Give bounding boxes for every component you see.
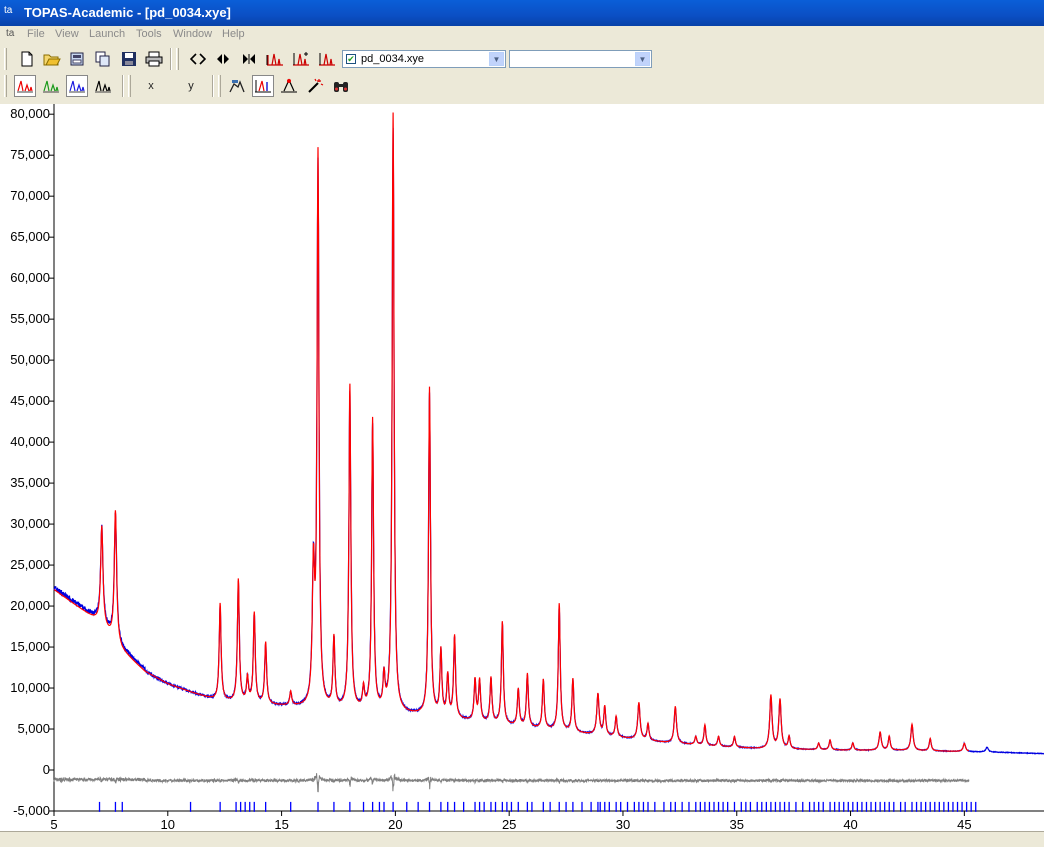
toolbar-grip[interactable] — [218, 75, 221, 97]
x-tick-label: 5 — [50, 817, 57, 831]
separator — [212, 75, 214, 97]
y-tick-label: 35,000 — [10, 475, 50, 490]
window-title: TOPAS-Academic - [pd_0034.xye] — [24, 5, 231, 20]
menu-bar: ta File View Launch Tools Window Help — [0, 26, 1044, 44]
peak-fit-icon[interactable] — [264, 48, 286, 70]
reflection-ticks — [98, 801, 977, 812]
main-toolbar: ✔ pd_0034.xye ▼ ▼ — [0, 46, 1044, 72]
toolbar-grip[interactable] — [176, 48, 179, 70]
y-tick-label: 10,000 — [10, 680, 50, 695]
pattern-red-icon[interactable] — [14, 75, 36, 97]
pattern-green-icon[interactable] — [40, 75, 62, 97]
y-tick-label: 70,000 — [10, 188, 50, 203]
zoom-out-x-icon[interactable] — [238, 48, 260, 70]
y-tick-label: -5,000 — [13, 803, 50, 818]
single-peak-icon[interactable] — [278, 75, 300, 97]
plot-toolbar: x y — [0, 72, 1044, 100]
y-tick-label: 40,000 — [10, 434, 50, 449]
x-button[interactable]: x — [140, 75, 162, 97]
y-tick-label: 50,000 — [10, 352, 50, 367]
new-file-icon[interactable] — [16, 48, 38, 70]
toolbar-grip[interactable] — [4, 75, 7, 97]
walker-icon[interactable] — [226, 75, 248, 97]
y-tick-label: 15,000 — [10, 639, 50, 654]
binoculars-icon[interactable] — [330, 75, 352, 97]
y-tick-label: 45,000 — [10, 393, 50, 408]
file-visible-checkbox[interactable]: ✔ — [346, 54, 356, 64]
menu-view[interactable]: View — [55, 28, 79, 40]
y-tick-label: 65,000 — [10, 229, 50, 244]
status-bar — [0, 831, 1044, 847]
y-tick-label: 30,000 — [10, 516, 50, 531]
diffraction-chart[interactable]: 80,00075,00070,00065,00060,00055,00050,0… — [0, 104, 1044, 832]
x-tick-label: 25 — [502, 817, 516, 831]
separator — [122, 75, 124, 97]
y-tick-label: 75,000 — [10, 147, 50, 162]
menu-tools[interactable]: Tools — [136, 28, 162, 40]
y-tick-label: 60,000 — [10, 270, 50, 285]
menu-file[interactable]: File — [27, 28, 45, 40]
title-bar: ta TOPAS-Academic - [pd_0034.xye] — [0, 0, 1044, 26]
pattern-plot-area[interactable]: 80,000 75,000 70,000 65,000 60,000 55,000 50,0… — [0, 104, 1044, 832]
toolbar-grip[interactable] — [128, 75, 131, 97]
menu-help[interactable]: Help — [222, 28, 245, 40]
zoom-in-x-icon[interactable] — [212, 48, 234, 70]
x-tick-label: 20 — [388, 817, 402, 831]
x-tick-label: 10 — [161, 817, 175, 831]
magic-wand-icon[interactable] — [304, 75, 326, 97]
x-tick-label: 30 — [616, 817, 630, 831]
menu-launch[interactable]: Launch — [89, 28, 125, 40]
peak-add-icon[interactable] — [290, 48, 312, 70]
peak-marker-icon[interactable] — [252, 75, 274, 97]
y-tick-label: 20,000 — [10, 598, 50, 613]
x-tick-label: 40 — [843, 817, 857, 831]
observed-pattern-line — [53, 127, 1044, 755]
y-axis: 80,000 75,000 70,000 65,000 60,000 55,000 50,0… — [10, 104, 55, 818]
separator — [170, 48, 172, 70]
calculated-pattern-line — [53, 112, 970, 752]
file-select-value: pd_0034.xye — [361, 53, 424, 65]
x-tick-label: 15 — [274, 817, 288, 831]
chevron-down-icon[interactable]: ▼ — [489, 52, 504, 66]
print-icon[interactable] — [143, 48, 165, 70]
difference-line — [53, 773, 970, 793]
open-folder-icon[interactable] — [41, 48, 63, 70]
y-tick-label: 0 — [43, 762, 50, 777]
open-input-icon[interactable] — [66, 48, 88, 70]
x-axis: 5 10 15 20 25 30 35 40 45 — [50, 810, 1044, 832]
zoom-both-icon[interactable] — [187, 48, 209, 70]
y-tick-label: 5,000 — [17, 721, 50, 736]
app-icon[interactable]: ta — [4, 5, 20, 21]
pattern-blue-icon[interactable] — [66, 75, 88, 97]
y-button[interactable]: y — [180, 75, 202, 97]
y-tick-label: 25,000 — [10, 557, 50, 572]
pattern-traces — [53, 112, 1044, 793]
chevron-down-icon[interactable]: ▼ — [635, 52, 650, 66]
x-tick-label: 45 — [957, 817, 971, 831]
save-icon[interactable] — [118, 48, 140, 70]
second-select[interactable]: ▼ — [509, 50, 652, 68]
menu-window[interactable]: Window — [173, 28, 212, 40]
toolbar-grip[interactable] — [4, 48, 7, 70]
y-tick-label: 55,000 — [10, 311, 50, 326]
y-tick-label: 80,000 — [10, 106, 50, 121]
pattern-black-icon[interactable] — [92, 75, 114, 97]
document-icon[interactable]: ta — [6, 28, 14, 39]
copy-input-icon[interactable] — [92, 48, 114, 70]
x-tick-label: 35 — [730, 817, 744, 831]
file-select[interactable]: ✔ pd_0034.xye ▼ — [342, 50, 506, 68]
peak-remove-icon[interactable] — [316, 48, 338, 70]
